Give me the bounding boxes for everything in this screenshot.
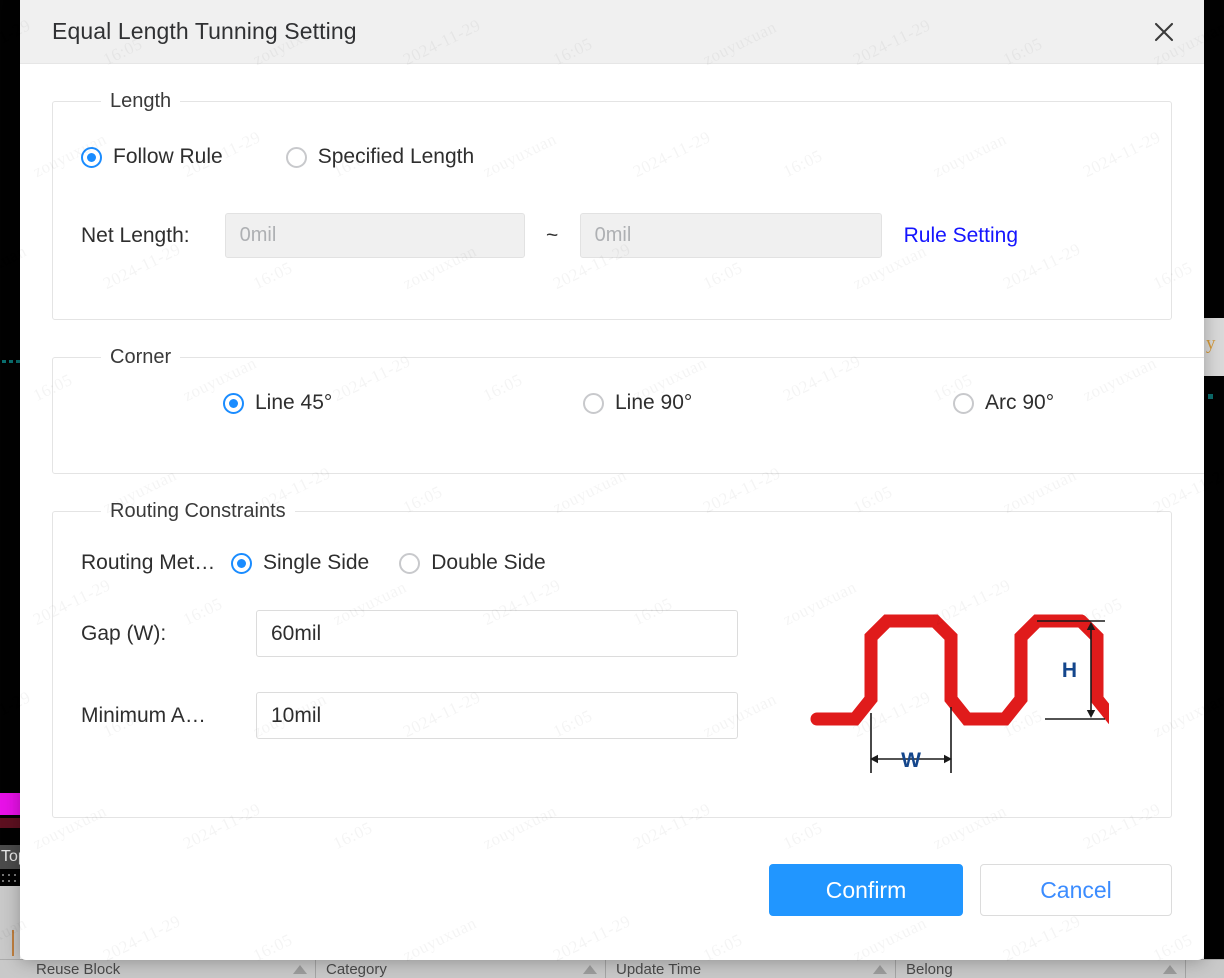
net-length-separator: ~ <box>525 224 580 248</box>
sort-triangle-icon[interactable] <box>293 965 307 974</box>
length-section-legend: Length <box>101 90 180 113</box>
radio-specified-length[interactable]: Specified Length <box>286 145 474 169</box>
right-panel-glyph: y <box>1206 333 1216 355</box>
pcb-pad-teal <box>1208 394 1213 399</box>
reuse-block-table-header: Reuse Block Category Update Time Belong <box>0 959 1224 978</box>
radio-arc-90-indicator <box>953 393 974 414</box>
table-header-label: Category <box>326 961 387 978</box>
serpentine-trace-diagram: H W <box>809 607 1109 787</box>
radio-specified-length-indicator <box>286 147 307 168</box>
radio-single-side-indicator <box>231 553 252 574</box>
net-length-max-input[interactable] <box>580 213 882 258</box>
radio-double-side-label: Double Side <box>431 551 545 575</box>
radio-follow-rule[interactable]: Follow Rule <box>81 145 223 169</box>
radio-arc-90-label: Arc 90° <box>985 391 1054 415</box>
length-section: Length Follow Rule Specified Length Net … <box>52 90 1172 320</box>
gap-input[interactable] <box>256 610 738 657</box>
svg-text:H: H <box>1062 659 1077 682</box>
net-length-min-input[interactable] <box>225 213 525 258</box>
minimum-amplitude-input[interactable] <box>256 692 738 739</box>
dialog-title: Equal Length Tunning Setting <box>52 18 357 45</box>
radio-follow-rule-indicator <box>81 147 102 168</box>
sort-triangle-icon[interactable] <box>1163 965 1177 974</box>
routing-constraints-legend: Routing Constraints <box>101 500 295 523</box>
radio-specified-length-label: Specified Length <box>318 145 474 169</box>
length-mode-radio-group: Follow Rule Specified Length <box>81 145 1143 169</box>
confirm-button[interactable]: Confirm <box>769 864 963 916</box>
radio-line-45-indicator <box>223 393 244 414</box>
radio-double-side-indicator <box>399 553 420 574</box>
routing-method-label: Routing Met… <box>81 551 231 575</box>
radio-single-side[interactable]: Single Side <box>231 551 369 575</box>
table-header-label: Belong <box>906 961 953 978</box>
cancel-button[interactable]: Cancel <box>980 864 1172 916</box>
table-header-label: Reuse Block <box>36 961 120 978</box>
left-toolbar-divider <box>12 930 14 956</box>
close-icon[interactable] <box>1142 10 1186 54</box>
table-header-row: Reuse Block Category Update Time Belong <box>26 960 1186 978</box>
radio-follow-rule-label: Follow Rule <box>113 145 223 169</box>
net-length-row: Net Length: ~ Rule Setting <box>81 213 1143 258</box>
svg-text:W: W <box>901 749 921 772</box>
sort-triangle-icon[interactable] <box>873 965 887 974</box>
dialog-body: Length Follow Rule Specified Length Net … <box>20 64 1204 818</box>
radio-line-45[interactable]: Line 45° <box>81 391 451 415</box>
table-header-cell[interactable]: Reuse Block <box>26 960 316 978</box>
radio-single-side-label: Single Side <box>263 551 369 575</box>
corner-radio-group: Line 45° Line 90° Arc 90° <box>81 391 1191 415</box>
radio-line-90-label: Line 90° <box>615 391 692 415</box>
table-header-cell[interactable]: Update Time <box>606 960 896 978</box>
net-length-label: Net Length: <box>81 224 190 248</box>
radio-double-side[interactable]: Double Side <box>399 551 545 575</box>
dialog-titlebar: Equal Length Tunning Setting <box>20 0 1204 64</box>
radio-arc-90[interactable]: Arc 90° <box>821 391 1191 415</box>
radio-line-45-label: Line 45° <box>255 391 332 415</box>
table-header-label: Update Time <box>616 961 701 978</box>
radio-line-90-indicator <box>583 393 604 414</box>
radio-line-90[interactable]: Line 90° <box>451 391 821 415</box>
minimum-amplitude-label: Minimum A… <box>81 704 231 728</box>
dialog-footer: Confirm Cancel <box>20 845 1204 935</box>
table-header-cell[interactable]: Belong <box>896 960 1186 978</box>
rule-setting-link[interactable]: Rule Setting <box>904 224 1018 248</box>
gap-label: Gap (W): <box>81 622 231 646</box>
corner-section: Corner Line 45° Line 90° Arc 90° <box>52 346 1204 474</box>
sort-triangle-icon[interactable] <box>583 965 597 974</box>
corner-section-legend: Corner <box>101 346 180 369</box>
equal-length-tunning-dialog: Equal Length Tunning Setting Length Foll… <box>20 0 1204 960</box>
routing-constraints-section: Routing Constraints Routing Met… Single … <box>52 500 1172 818</box>
table-header-cell[interactable]: Category <box>316 960 606 978</box>
routing-method-row: Routing Met… Single Side Double Side <box>81 551 1143 575</box>
